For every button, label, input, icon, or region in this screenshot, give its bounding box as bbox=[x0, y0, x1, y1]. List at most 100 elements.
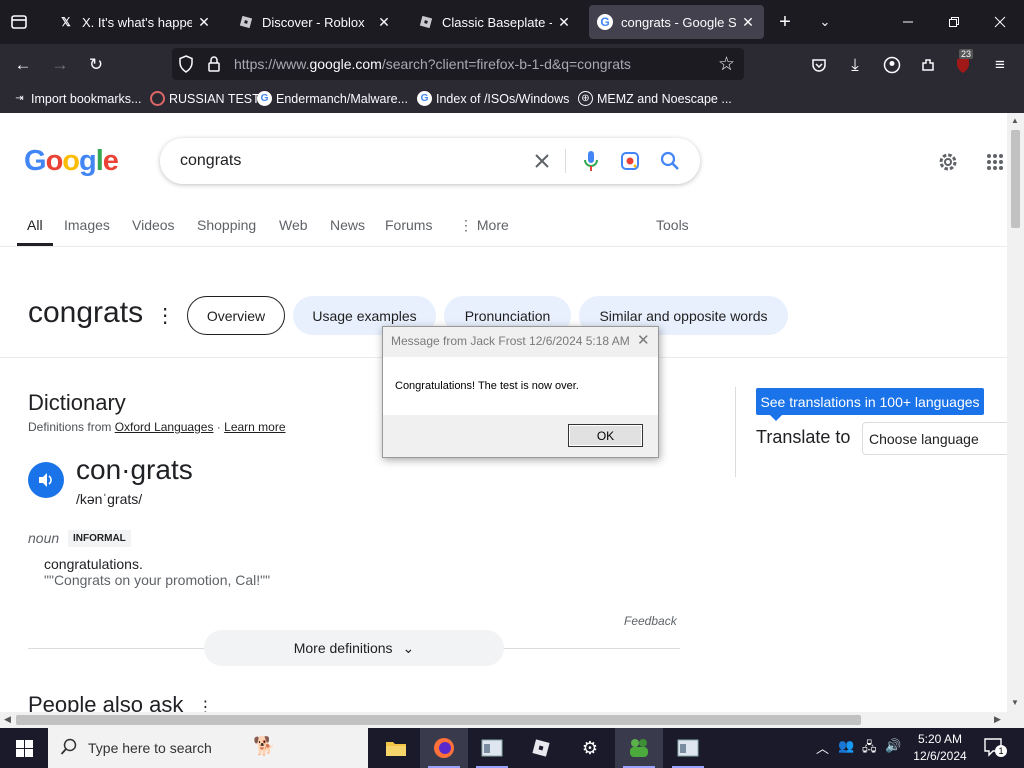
more-vert-icon: ⋮ bbox=[459, 217, 477, 233]
search-icon[interactable] bbox=[658, 149, 682, 173]
roblox-icon[interactable] bbox=[517, 728, 565, 768]
scrollbar-thumb[interactable] bbox=[16, 715, 861, 725]
bookmark-star-icon[interactable]: ☆ bbox=[718, 53, 735, 76]
close-icon[interactable]: ✕ bbox=[376, 14, 392, 31]
tab-web[interactable]: Web bbox=[279, 217, 308, 233]
close-icon[interactable]: ✕ bbox=[196, 14, 212, 31]
message-dialog: Message from Jack Frost 12/6/2024 5:18 A… bbox=[382, 326, 659, 458]
tab-more[interactable]: ⋮ More bbox=[459, 217, 509, 234]
close-icon[interactable]: ✕ bbox=[637, 331, 650, 349]
bookmark-index-isos[interactable]: G Index of /ISOs/Windows bbox=[417, 91, 569, 106]
window-close-icon[interactable] bbox=[987, 9, 1013, 35]
globe-icon: ⊕ bbox=[578, 91, 593, 106]
tab-more-label: More bbox=[476, 217, 509, 233]
taskbar-search[interactable]: Type here to search 🐕 bbox=[48, 728, 368, 768]
google-logo[interactable]: Google bbox=[24, 145, 119, 178]
lens-icon[interactable] bbox=[618, 149, 642, 173]
learn-more-link[interactable]: Learn more bbox=[224, 420, 285, 434]
scroll-up-icon[interactable]: ▲ bbox=[1011, 116, 1019, 125]
settings-gear-icon[interactable]: ⚙ bbox=[566, 728, 614, 768]
tab-shopping[interactable]: Shopping bbox=[197, 217, 256, 233]
bookmark-memz[interactable]: ⊕ MEMZ and Noescape ... bbox=[578, 91, 732, 106]
bookmark-russian-test[interactable]: RUSSIAN TEST bbox=[150, 91, 260, 106]
horizontal-scrollbar[interactable]: ◀ ▶ bbox=[0, 712, 1024, 728]
minimize-icon[interactable] bbox=[895, 9, 921, 35]
settings-gear-icon[interactable] bbox=[936, 150, 960, 174]
more-definitions-button[interactable]: More definitions ⌄ bbox=[204, 630, 504, 666]
clock-time: 5:20 AM bbox=[917, 732, 963, 746]
feedback-link[interactable]: Feedback bbox=[624, 614, 677, 628]
search-box[interactable]: congrats bbox=[160, 138, 700, 184]
notifications-icon[interactable]: 1 bbox=[983, 737, 1007, 760]
tab-videos[interactable]: Videos bbox=[132, 217, 175, 233]
account-icon[interactable] bbox=[879, 52, 905, 78]
clear-icon[interactable] bbox=[530, 149, 554, 173]
language-select[interactable]: Choose language bbox=[862, 422, 1007, 455]
search-input[interactable]: congrats bbox=[180, 152, 241, 170]
close-icon[interactable]: ✕ bbox=[556, 14, 572, 31]
show-hidden-icons-icon[interactable]: ︿ bbox=[816, 738, 829, 757]
tools-button[interactable]: Tools bbox=[656, 217, 689, 233]
tracking-protection-icon[interactable] bbox=[178, 55, 194, 78]
google-icon: G bbox=[417, 91, 432, 106]
file-explorer-icon[interactable] bbox=[372, 728, 420, 768]
restore-icon[interactable] bbox=[941, 9, 967, 35]
menu-icon[interactable]: ≡ bbox=[987, 52, 1013, 78]
app-window-icon[interactable] bbox=[468, 728, 516, 768]
downloads-icon[interactable]: ⤓ bbox=[842, 52, 868, 78]
tab-forums[interactable]: Forums bbox=[385, 217, 432, 233]
tab-title: Discover - Roblox bbox=[262, 14, 365, 30]
volume-icon[interactable]: 🔊 bbox=[885, 738, 901, 754]
pocket-icon[interactable] bbox=[806, 52, 832, 78]
clock[interactable]: 5:20 AM 12/6/2024 bbox=[905, 731, 975, 765]
scrollbar-thumb[interactable] bbox=[1011, 130, 1020, 228]
new-tab-icon[interactable]: + bbox=[772, 9, 798, 35]
url-domain: google.com bbox=[309, 56, 382, 72]
oxford-languages-link[interactable]: Oxford Languages bbox=[115, 420, 214, 434]
close-icon[interactable]: ✕ bbox=[740, 14, 756, 31]
network-icon[interactable]: 🖧 bbox=[862, 738, 877, 760]
scroll-right-icon[interactable]: ▶ bbox=[994, 714, 1001, 725]
back-icon[interactable]: ← bbox=[10, 52, 36, 78]
scroll-left-icon[interactable]: ◀ bbox=[4, 714, 11, 725]
pronunciation: /kənˈgrats/ bbox=[76, 491, 143, 507]
tab-images[interactable]: Images bbox=[64, 217, 110, 233]
bookmark-endermanch[interactable]: G Endermanch/Malware... bbox=[257, 91, 408, 106]
start-button[interactable] bbox=[0, 728, 48, 768]
see-translations-button[interactable]: See translations in 100+ languages bbox=[756, 388, 984, 421]
chip-overview[interactable]: Overview bbox=[187, 296, 285, 335]
more-options-icon[interactable]: ⋮ bbox=[197, 699, 213, 712]
vertical-scrollbar[interactable]: ▲ ▼ bbox=[1007, 113, 1024, 712]
firefox-icon[interactable] bbox=[420, 728, 468, 768]
speaker-icon[interactable] bbox=[28, 462, 64, 498]
tab-title: X. It's what's happening bbox=[82, 14, 192, 30]
tab-discover-roblox[interactable]: Discover - Roblox ✕ bbox=[230, 5, 400, 39]
lock-icon[interactable] bbox=[207, 55, 221, 78]
forward-icon[interactable]: → bbox=[47, 52, 73, 78]
address-bar[interactable]: https://www.google.com/search?client=fir… bbox=[172, 48, 744, 80]
tab-all[interactable]: All bbox=[17, 217, 52, 246]
mic-icon[interactable] bbox=[579, 149, 603, 173]
search-term-heading: congrats ⋮ bbox=[28, 296, 175, 330]
tab-classic-baseplate[interactable]: Classic Baseplate - Roblox ✕ bbox=[410, 5, 580, 39]
tab-news[interactable]: News bbox=[330, 217, 365, 233]
url-prefix: https://www. bbox=[234, 56, 310, 72]
list-all-tabs-icon[interactable]: ⌄ bbox=[812, 9, 838, 35]
firefox-view-icon[interactable] bbox=[6, 9, 32, 35]
source-prefix: Definitions from bbox=[28, 420, 112, 434]
scroll-down-icon[interactable]: ▼ bbox=[1011, 698, 1019, 707]
more-options-icon[interactable]: ⋮ bbox=[155, 305, 175, 327]
extension-badge: 23 bbox=[959, 49, 974, 59]
ublock-icon[interactable]: 23 bbox=[950, 49, 976, 78]
tab-congrats-google[interactable]: G congrats - Google Search ✕ bbox=[589, 5, 764, 39]
apps-grid-icon[interactable] bbox=[983, 150, 1007, 174]
reload-icon[interactable]: ↻ bbox=[83, 52, 109, 78]
messenger-icon[interactable] bbox=[615, 728, 663, 768]
messenger-tray-icon[interactable]: 👥 bbox=[838, 738, 854, 754]
tab-x[interactable]: 𝕏 X. It's what's happening ✕ bbox=[50, 5, 220, 39]
bookmark-import[interactable]: ⇥ Import bookmarks... bbox=[12, 91, 141, 106]
ok-button[interactable]: OK bbox=[568, 424, 643, 447]
extensions-icon[interactable] bbox=[915, 52, 941, 78]
import-icon: ⇥ bbox=[15, 93, 24, 104]
app-window-icon[interactable] bbox=[664, 728, 712, 768]
